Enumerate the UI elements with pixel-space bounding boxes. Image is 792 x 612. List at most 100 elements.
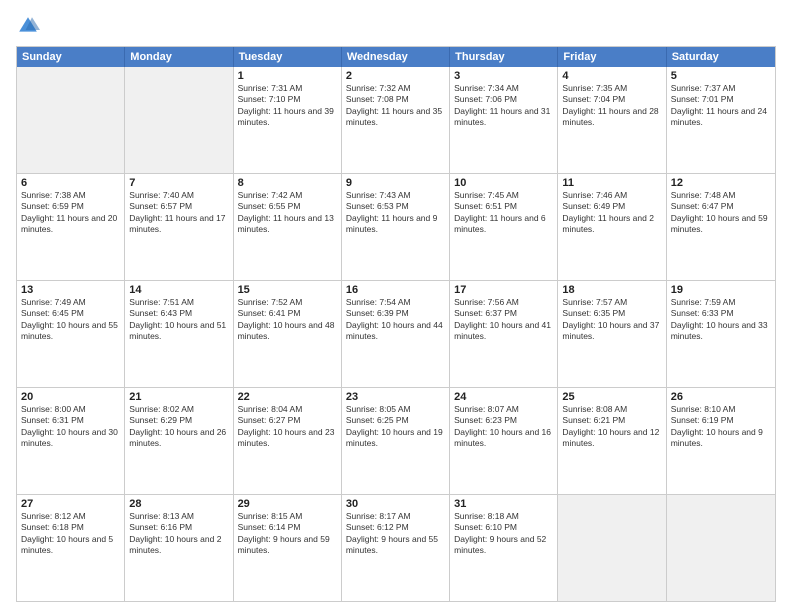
calendar-row-1: 1Sunrise: 7:31 AMSunset: 7:10 PMDaylight… <box>17 67 775 173</box>
day-number: 2 <box>346 70 445 82</box>
cell-info: Sunset: 6:47 PM <box>671 201 771 212</box>
cell-info: Sunset: 6:55 PM <box>238 201 337 212</box>
cell-info: Sunset: 6:23 PM <box>454 415 553 426</box>
empty-cell <box>667 495 775 601</box>
cell-info: Daylight: 10 hours and 55 minutes. <box>21 320 120 343</box>
cell-info: Daylight: 11 hours and 31 minutes. <box>454 106 553 129</box>
cell-info: Sunrise: 8:12 AM <box>21 511 120 522</box>
header-day-friday: Friday <box>558 47 666 67</box>
cell-info: Daylight: 10 hours and 9 minutes. <box>671 427 771 450</box>
day-cell-26: 26Sunrise: 8:10 AMSunset: 6:19 PMDayligh… <box>667 388 775 494</box>
cell-info: Sunset: 7:08 PM <box>346 94 445 105</box>
cell-info: Daylight: 10 hours and 26 minutes. <box>129 427 228 450</box>
header-day-wednesday: Wednesday <box>342 47 450 67</box>
cell-info: Sunset: 6:53 PM <box>346 201 445 212</box>
cell-info: Sunrise: 7:32 AM <box>346 83 445 94</box>
cell-info: Sunset: 6:16 PM <box>129 522 228 533</box>
cell-info: Daylight: 10 hours and 30 minutes. <box>21 427 120 450</box>
cell-info: Sunrise: 7:52 AM <box>238 297 337 308</box>
day-cell-31: 31Sunrise: 8:18 AMSunset: 6:10 PMDayligh… <box>450 495 558 601</box>
day-cell-24: 24Sunrise: 8:07 AMSunset: 6:23 PMDayligh… <box>450 388 558 494</box>
cell-info: Sunrise: 8:02 AM <box>129 404 228 415</box>
cell-info: Sunrise: 7:56 AM <box>454 297 553 308</box>
day-number: 27 <box>21 498 120 510</box>
day-cell-16: 16Sunrise: 7:54 AMSunset: 6:39 PMDayligh… <box>342 281 450 387</box>
cell-info: Sunrise: 7:31 AM <box>238 83 337 94</box>
logo-icon <box>16 14 40 38</box>
cell-info: Sunrise: 7:40 AM <box>129 190 228 201</box>
cell-info: Sunrise: 8:05 AM <box>346 404 445 415</box>
cell-info: Sunrise: 8:18 AM <box>454 511 553 522</box>
header-day-tuesday: Tuesday <box>234 47 342 67</box>
cell-info: Sunset: 6:12 PM <box>346 522 445 533</box>
day-cell-18: 18Sunrise: 7:57 AMSunset: 6:35 PMDayligh… <box>558 281 666 387</box>
cell-info: Sunrise: 7:43 AM <box>346 190 445 201</box>
cell-info: Daylight: 10 hours and 44 minutes. <box>346 320 445 343</box>
cell-info: Sunrise: 7:51 AM <box>129 297 228 308</box>
header-day-monday: Monday <box>125 47 233 67</box>
day-number: 8 <box>238 177 337 189</box>
cell-info: Sunset: 6:57 PM <box>129 201 228 212</box>
day-cell-7: 7Sunrise: 7:40 AMSunset: 6:57 PMDaylight… <box>125 174 233 280</box>
day-number: 17 <box>454 284 553 296</box>
day-cell-14: 14Sunrise: 7:51 AMSunset: 6:43 PMDayligh… <box>125 281 233 387</box>
cell-info: Sunrise: 7:35 AM <box>562 83 661 94</box>
cell-info: Sunset: 6:18 PM <box>21 522 120 533</box>
cell-info: Sunset: 7:06 PM <box>454 94 553 105</box>
cell-info: Sunset: 6:41 PM <box>238 308 337 319</box>
logo <box>16 14 44 38</box>
cell-info: Sunrise: 7:38 AM <box>21 190 120 201</box>
day-cell-30: 30Sunrise: 8:17 AMSunset: 6:12 PMDayligh… <box>342 495 450 601</box>
cell-info: Daylight: 9 hours and 52 minutes. <box>454 534 553 557</box>
day-cell-12: 12Sunrise: 7:48 AMSunset: 6:47 PMDayligh… <box>667 174 775 280</box>
cell-info: Daylight: 10 hours and 51 minutes. <box>129 320 228 343</box>
cell-info: Sunrise: 8:13 AM <box>129 511 228 522</box>
day-cell-27: 27Sunrise: 8:12 AMSunset: 6:18 PMDayligh… <box>17 495 125 601</box>
cell-info: Daylight: 10 hours and 48 minutes. <box>238 320 337 343</box>
day-number: 11 <box>562 177 661 189</box>
day-cell-28: 28Sunrise: 8:13 AMSunset: 6:16 PMDayligh… <box>125 495 233 601</box>
cell-info: Daylight: 10 hours and 12 minutes. <box>562 427 661 450</box>
day-cell-25: 25Sunrise: 8:08 AMSunset: 6:21 PMDayligh… <box>558 388 666 494</box>
cell-info: Daylight: 11 hours and 17 minutes. <box>129 213 228 236</box>
empty-cell <box>17 67 125 173</box>
day-cell-17: 17Sunrise: 7:56 AMSunset: 6:37 PMDayligh… <box>450 281 558 387</box>
day-number: 22 <box>238 391 337 403</box>
calendar-row-3: 13Sunrise: 7:49 AMSunset: 6:45 PMDayligh… <box>17 280 775 387</box>
header <box>16 14 776 38</box>
cell-info: Daylight: 11 hours and 35 minutes. <box>346 106 445 129</box>
calendar-header: SundayMondayTuesdayWednesdayThursdayFrid… <box>17 47 775 67</box>
day-number: 24 <box>454 391 553 403</box>
day-cell-20: 20Sunrise: 8:00 AMSunset: 6:31 PMDayligh… <box>17 388 125 494</box>
header-day-thursday: Thursday <box>450 47 558 67</box>
day-number: 23 <box>346 391 445 403</box>
cell-info: Daylight: 10 hours and 16 minutes. <box>454 427 553 450</box>
cell-info: Sunrise: 8:00 AM <box>21 404 120 415</box>
cell-info: Sunrise: 8:08 AM <box>562 404 661 415</box>
day-number: 3 <box>454 70 553 82</box>
day-number: 21 <box>129 391 228 403</box>
day-number: 5 <box>671 70 771 82</box>
day-cell-2: 2Sunrise: 7:32 AMSunset: 7:08 PMDaylight… <box>342 67 450 173</box>
day-number: 26 <box>671 391 771 403</box>
calendar-row-4: 20Sunrise: 8:00 AMSunset: 6:31 PMDayligh… <box>17 387 775 494</box>
day-number: 25 <box>562 391 661 403</box>
cell-info: Sunrise: 7:49 AM <box>21 297 120 308</box>
cell-info: Sunrise: 8:17 AM <box>346 511 445 522</box>
day-cell-8: 8Sunrise: 7:42 AMSunset: 6:55 PMDaylight… <box>234 174 342 280</box>
cell-info: Sunrise: 7:46 AM <box>562 190 661 201</box>
cell-info: Daylight: 10 hours and 41 minutes. <box>454 320 553 343</box>
cell-info: Sunset: 6:25 PM <box>346 415 445 426</box>
cell-info: Sunset: 6:10 PM <box>454 522 553 533</box>
day-number: 18 <box>562 284 661 296</box>
cell-info: Daylight: 11 hours and 24 minutes. <box>671 106 771 129</box>
day-number: 6 <box>21 177 120 189</box>
day-cell-21: 21Sunrise: 8:02 AMSunset: 6:29 PMDayligh… <box>125 388 233 494</box>
day-number: 29 <box>238 498 337 510</box>
day-cell-13: 13Sunrise: 7:49 AMSunset: 6:45 PMDayligh… <box>17 281 125 387</box>
page: SundayMondayTuesdayWednesdayThursdayFrid… <box>0 0 792 612</box>
calendar-row-5: 27Sunrise: 8:12 AMSunset: 6:18 PM Dayligh… <box>17 494 775 601</box>
cell-info: Sunset: 6:21 PM <box>562 415 661 426</box>
cell-info: Sunset: 6:37 PM <box>454 308 553 319</box>
header-day-saturday: Saturday <box>667 47 775 67</box>
